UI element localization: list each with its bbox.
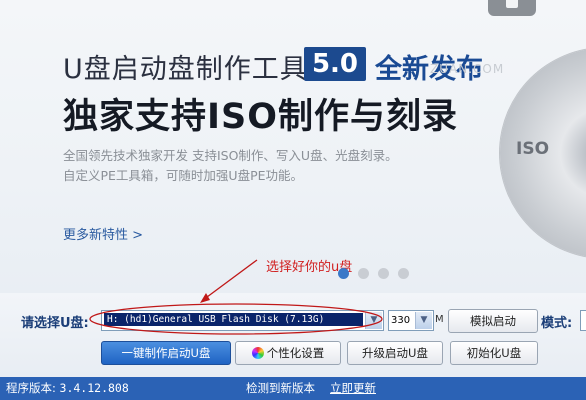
annotation-overlay <box>89 259 383 335</box>
status-bar: 程序版本: 3.4.12.808 检测到新版本 立即更新 <box>0 377 586 400</box>
status-version-number: 3.4.12.808 <box>59 381 129 395</box>
annotation-arrowhead <box>200 293 210 303</box>
status-new-version: 检测到新版本 <box>246 381 315 395</box>
annotation-ellipse <box>89 303 383 335</box>
annotation-arrow <box>202 259 258 301</box>
status-version: 程序版本: 3.4.12.808 <box>6 377 129 400</box>
update-now-link[interactable]: 立即更新 <box>330 377 376 400</box>
status-version-label: 程序版本: <box>6 381 56 395</box>
